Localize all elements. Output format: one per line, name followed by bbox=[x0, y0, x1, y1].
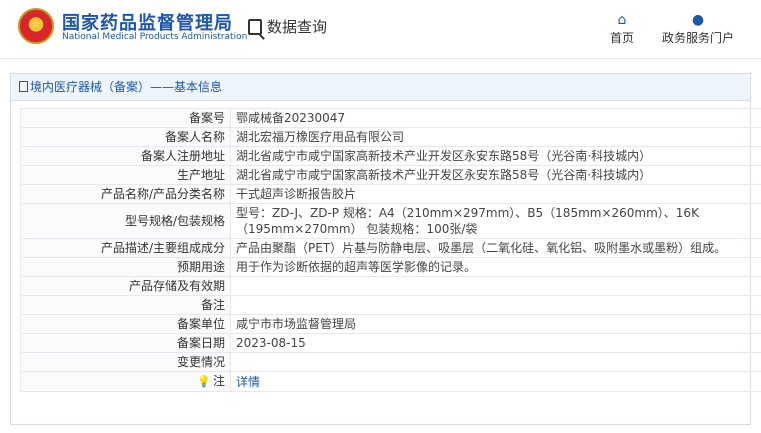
field-value bbox=[230, 276, 761, 296]
field-label: 💡 注 bbox=[20, 371, 231, 392]
field-value: 详情 bbox=[230, 371, 761, 392]
field-value: 湖北宏福万橡医疗用品有限公司 bbox=[230, 127, 761, 147]
table-row: 变更情况 bbox=[20, 352, 761, 372]
document-icon bbox=[19, 81, 28, 92]
field-label: 产品存储及有效期 bbox=[20, 276, 231, 296]
field-label: 产品描述/主要组成成分 bbox=[20, 238, 231, 258]
table-row: 备案人注册地址 湖北省咸宁市咸宁国家高新技术产业开发区永安东路58号（光谷南·科技… bbox=[20, 146, 761, 166]
field-value: 鄂咸械备20230047 bbox=[230, 108, 761, 128]
table-row: 备案日期 2023-08-15 bbox=[20, 333, 761, 353]
field-value: 干式超声诊断报告胶片 bbox=[230, 184, 761, 204]
field-label: 备案单位 bbox=[20, 314, 231, 334]
table-row: 产品名称/产品分类名称 干式超声诊断报告胶片 bbox=[20, 184, 761, 204]
field-value: 2023-08-15 bbox=[230, 333, 761, 353]
field-label: 备案号 bbox=[20, 108, 231, 128]
field-value: 湖北省咸宁市咸宁国家高新技术产业开发区永安东路58号（光谷南·科技城内） bbox=[230, 165, 761, 185]
note-label: 注 bbox=[212, 374, 225, 388]
home-icon: ⌂ bbox=[617, 12, 627, 28]
field-value: 产品由聚酯（PET）片基与防静电层、吸墨层（二氧化硅、氧化铝、吸附墨水或墨粉）组… bbox=[230, 238, 761, 258]
field-label: 生产地址 bbox=[20, 165, 231, 185]
field-value: 型号：ZD-J、ZD-P 规格：A4（210mm×297mm）、B5（185mm… bbox=[230, 203, 761, 239]
national-emblem-logo[interactable] bbox=[18, 8, 54, 44]
nav-home[interactable]: ⌂ 首页 bbox=[603, 11, 641, 46]
field-label: 预期用途 bbox=[20, 257, 231, 277]
table-row: 生产地址 湖北省咸宁市咸宁国家高新技术产业开发区永安东路58号（光谷南·科技城内） bbox=[20, 165, 761, 185]
table-row: 💡 注详情 bbox=[20, 371, 761, 392]
data-query-link[interactable]: 数据查询 bbox=[248, 16, 327, 37]
site-header: 国家药品监督管理局 National Medical Products Admi… bbox=[0, 0, 761, 59]
user-icon: ● bbox=[691, 12, 705, 28]
panel-title: 境内医疗器械（备案）——基本信息 bbox=[11, 74, 750, 101]
table-row: 预期用途 用于作为诊断依据的超声等医学影像的记录。 bbox=[20, 257, 761, 277]
details-link[interactable]: 详情 bbox=[236, 375, 260, 389]
field-value: 湖北省咸宁市咸宁国家高新技术产业开发区永安东路58号（光谷南·科技城内） bbox=[230, 146, 761, 166]
field-label: 变更情况 bbox=[20, 352, 231, 372]
table-row: 型号规格/包装规格 型号：ZD-J、ZD-P 规格：A4（210mm×297mm）… bbox=[20, 203, 761, 239]
nav-home-label: 首页 bbox=[609, 31, 634, 45]
table-row: 产品描述/主要组成成分 产品由聚酯（PET）片基与防静电层、吸墨层（二氧化硅、氧化… bbox=[20, 238, 761, 258]
data-query-label: 数据查询 bbox=[267, 18, 328, 36]
field-value bbox=[230, 295, 761, 315]
device-record-panel: 境内医疗器械（备案）——基本信息 备案号 鄂咸械备20230047 备案人名称 湖北… bbox=[10, 73, 761, 425]
table-row: 产品存储及有效期 bbox=[20, 276, 761, 296]
field-value bbox=[230, 352, 761, 372]
nav-service-portal[interactable]: ● 政务服务门户 bbox=[660, 11, 736, 46]
field-label: 备注 bbox=[20, 295, 231, 315]
nav-service-portal-label: 政务服务门户 bbox=[661, 31, 734, 45]
basic-info-table: 备案号 鄂咸械备20230047 备案人名称 湖北宏福万橡医疗用品有限公司 备案人注… bbox=[20, 108, 761, 392]
panel-title-text: 境内医疗器械（备案）——基本信息 bbox=[30, 80, 223, 94]
table-row: 备注 bbox=[20, 295, 761, 315]
field-label: 备案人名称 bbox=[20, 127, 231, 147]
field-value: 咸宁市市场监督管理局 bbox=[230, 314, 761, 334]
search-document-icon bbox=[248, 18, 262, 35]
table-row: 备案单位 咸宁市市场监督管理局 bbox=[20, 314, 761, 334]
table-row: 备案号 鄂咸械备20230047 bbox=[20, 108, 761, 128]
field-label: 型号规格/包装规格 bbox=[20, 203, 231, 239]
field-value: 用于作为诊断依据的超声等医学影像的记录。 bbox=[230, 257, 761, 277]
lightbulb-icon: 💡 bbox=[197, 375, 211, 388]
table-row: 备案人名称 湖北宏福万橡医疗用品有限公司 bbox=[20, 127, 761, 147]
field-label: 产品名称/产品分类名称 bbox=[20, 184, 231, 204]
site-subtitle[interactable]: National Medical Products Administration bbox=[62, 32, 247, 42]
field-label: 备案日期 bbox=[20, 333, 231, 353]
field-label: 备案人注册地址 bbox=[20, 146, 231, 166]
